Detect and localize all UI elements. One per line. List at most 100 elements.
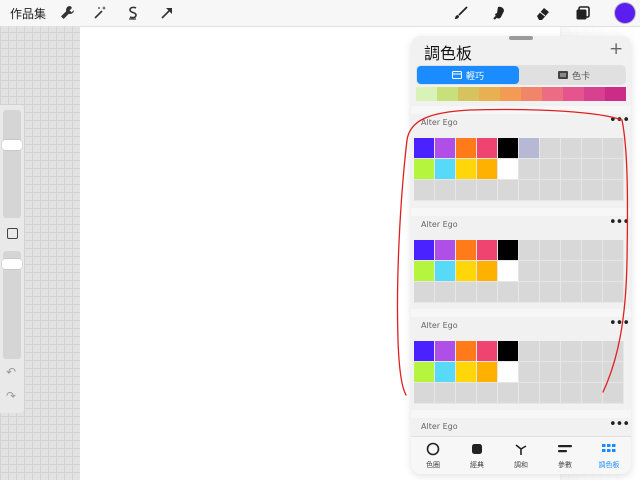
brush-size-slider[interactable]	[2, 110, 22, 218]
eraser-icon[interactable]	[533, 4, 551, 22]
empty-swatch[interactable]	[477, 383, 498, 404]
color-swatch[interactable]	[477, 159, 498, 180]
color-swatch[interactable]	[414, 159, 435, 180]
color-swatch[interactable]	[456, 159, 477, 180]
empty-swatch[interactable]	[477, 282, 498, 303]
nav-harmony[interactable]: 調和	[501, 441, 541, 470]
empty-swatch[interactable]	[540, 159, 561, 180]
empty-swatch[interactable]	[582, 341, 603, 362]
empty-swatch[interactable]	[519, 261, 540, 282]
empty-swatch[interactable]	[603, 282, 624, 303]
color-swatch[interactable]	[414, 362, 435, 383]
empty-swatch[interactable]	[540, 138, 561, 159]
empty-swatch[interactable]	[519, 282, 540, 303]
empty-swatch[interactable]	[540, 261, 561, 282]
empty-swatch[interactable]	[582, 159, 603, 180]
strip-swatch[interactable]	[416, 87, 437, 101]
empty-swatch[interactable]	[519, 362, 540, 383]
empty-swatch[interactable]	[435, 282, 456, 303]
empty-swatch[interactable]	[519, 240, 540, 261]
empty-swatch[interactable]	[603, 138, 624, 159]
nav-classic[interactable]: 經典	[457, 441, 497, 470]
palette-more-icon[interactable]: •••	[609, 417, 630, 432]
empty-swatch[interactable]	[561, 240, 582, 261]
empty-swatch[interactable]	[582, 282, 603, 303]
transform-arrow-icon[interactable]	[158, 4, 176, 22]
undo-icon[interactable]: ↶	[6, 365, 16, 379]
empty-swatch[interactable]	[540, 282, 561, 303]
brush-size-thumb[interactable]	[2, 140, 22, 150]
empty-swatch[interactable]	[414, 383, 435, 404]
empty-swatch[interactable]	[603, 362, 624, 383]
palette-name[interactable]: Alter Ego	[421, 422, 458, 431]
color-swatch[interactable]	[435, 138, 456, 159]
empty-swatch[interactable]	[540, 180, 561, 201]
eyedropper-modify-button[interactable]	[7, 228, 18, 239]
color-swatch[interactable]	[435, 341, 456, 362]
redo-icon[interactable]: ↷	[6, 389, 16, 403]
color-swatch[interactable]	[456, 362, 477, 383]
empty-swatch[interactable]	[540, 383, 561, 404]
palette-name[interactable]: Alter Ego	[421, 321, 458, 330]
color-swatch[interactable]	[498, 138, 519, 159]
empty-swatch[interactable]	[561, 180, 582, 201]
tab-compact[interactable]: 輕巧	[417, 66, 519, 84]
empty-swatch[interactable]	[498, 180, 519, 201]
selection-icon[interactable]	[124, 4, 142, 22]
color-swatch[interactable]	[435, 261, 456, 282]
color-swatch[interactable]	[435, 159, 456, 180]
empty-swatch[interactable]	[540, 362, 561, 383]
palette-name[interactable]: Alter Ego	[421, 118, 458, 127]
empty-swatch[interactable]	[414, 180, 435, 201]
empty-swatch[interactable]	[519, 180, 540, 201]
opacity-thumb[interactable]	[2, 259, 22, 269]
empty-swatch[interactable]	[519, 383, 540, 404]
palette-name[interactable]: Alter Ego	[421, 220, 458, 229]
empty-swatch[interactable]	[498, 383, 519, 404]
strip-swatch[interactable]	[605, 87, 626, 101]
smudge-icon[interactable]	[490, 4, 508, 22]
color-swatch[interactable]	[414, 240, 435, 261]
color-swatch[interactable]	[414, 138, 435, 159]
empty-swatch[interactable]	[519, 341, 540, 362]
nav-disc[interactable]: 色圈	[413, 441, 453, 470]
color-swatch[interactable]	[477, 341, 498, 362]
color-swatch[interactable]	[456, 261, 477, 282]
palette-more-icon[interactable]: •••	[609, 316, 630, 331]
empty-swatch[interactable]	[456, 180, 477, 201]
color-swatch[interactable]	[477, 138, 498, 159]
color-swatch[interactable]	[435, 362, 456, 383]
empty-swatch[interactable]	[561, 138, 582, 159]
nav-value[interactable]: 參數	[545, 441, 585, 470]
strip-swatch[interactable]	[479, 87, 500, 101]
color-swatch[interactable]	[456, 341, 477, 362]
empty-swatch[interactable]	[540, 341, 561, 362]
empty-swatch[interactable]	[435, 383, 456, 404]
color-swatch[interactable]	[498, 159, 519, 180]
wrench-icon[interactable]	[58, 4, 76, 22]
empty-swatch[interactable]	[603, 180, 624, 201]
color-swatch[interactable]	[498, 261, 519, 282]
color-swatch[interactable]	[498, 240, 519, 261]
tab-cards[interactable]: 色卡	[523, 66, 625, 84]
color-swatch[interactable]	[435, 240, 456, 261]
empty-swatch[interactable]	[603, 240, 624, 261]
color-swatch[interactable]	[414, 341, 435, 362]
empty-swatch[interactable]	[519, 159, 540, 180]
nav-palettes[interactable]: 調色板	[589, 441, 629, 470]
magic-wand-icon[interactable]	[91, 4, 109, 22]
brush-icon[interactable]	[452, 4, 470, 22]
empty-swatch[interactable]	[561, 362, 582, 383]
strip-swatch[interactable]	[563, 87, 584, 101]
gallery-button[interactable]: 作品集	[10, 5, 46, 22]
strip-swatch[interactable]	[584, 87, 605, 101]
strip-swatch[interactable]	[521, 87, 542, 101]
empty-swatch[interactable]	[582, 240, 603, 261]
color-swatch[interactable]	[477, 261, 498, 282]
color-swatch[interactable]	[456, 138, 477, 159]
empty-swatch[interactable]	[603, 383, 624, 404]
strip-swatch[interactable]	[437, 87, 458, 101]
empty-swatch[interactable]	[582, 383, 603, 404]
empty-swatch[interactable]	[603, 341, 624, 362]
empty-swatch[interactable]	[582, 362, 603, 383]
